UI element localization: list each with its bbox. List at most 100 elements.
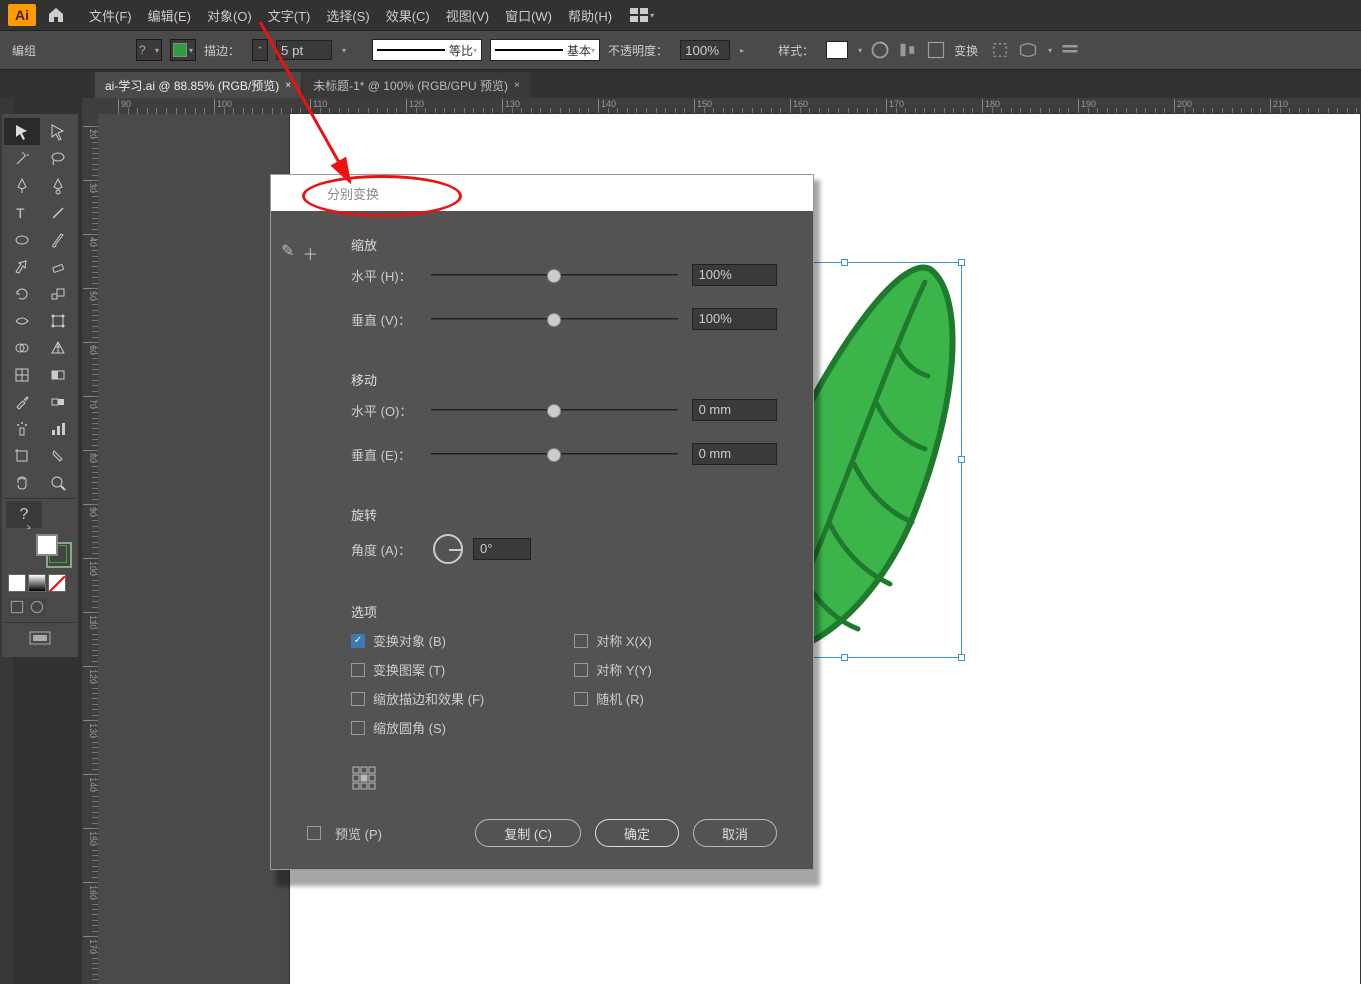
- screen-mode-button[interactable]: [4, 625, 76, 653]
- help-tool-icon[interactable]: ?: [6, 501, 42, 528]
- ruler-vertical[interactable]: 2030405060708090100110120130140150160170: [82, 114, 98, 984]
- lasso-tool[interactable]: [40, 145, 76, 172]
- reference-point-selector[interactable]: [351, 765, 377, 791]
- perspective-grid-tool[interactable]: [40, 334, 76, 361]
- free-transform-tool[interactable]: [40, 307, 76, 334]
- magic-wand-tool[interactable]: [4, 145, 40, 172]
- slider-thumb[interactable]: [547, 313, 561, 327]
- shape-builder-tool[interactable]: [4, 334, 40, 361]
- document-tab[interactable]: 未标题-1* @ 100% (RGB/GPU 预览) ×: [303, 72, 530, 98]
- menu-edit[interactable]: 编辑(E): [140, 6, 199, 25]
- home-icon[interactable]: [46, 5, 66, 25]
- ruler-horizontal[interactable]: 90100110120130140150160170180190200210: [98, 98, 1361, 114]
- shape-icon[interactable]: [926, 40, 946, 60]
- column-graph-tool[interactable]: [40, 415, 76, 442]
- more-icon[interactable]: [1060, 40, 1080, 60]
- color-mode-none[interactable]: [48, 574, 66, 592]
- menu-select[interactable]: 选择(S): [318, 6, 377, 25]
- menu-view[interactable]: 视图(V): [438, 6, 497, 25]
- hand-tool[interactable]: [4, 469, 40, 496]
- recolor-icon[interactable]: [870, 40, 890, 60]
- graphic-style-swatch[interactable]: [826, 41, 848, 59]
- isolate-icon[interactable]: [990, 40, 1010, 60]
- pencil-icon[interactable]: ✎: [281, 241, 294, 265]
- scale-tool[interactable]: [40, 280, 76, 307]
- selection-tool[interactable]: [4, 118, 40, 145]
- workspace-switcher[interactable]: [630, 8, 648, 22]
- stroke-weight-link[interactable]: ⌃: [252, 39, 268, 61]
- chevron-down-icon[interactable]: ▾: [650, 11, 654, 20]
- move-horizontal-input[interactable]: 0 mm: [692, 399, 777, 421]
- cancel-button[interactable]: 取消: [693, 819, 777, 847]
- align-icon[interactable]: [898, 40, 918, 60]
- move-vertical-input[interactable]: 0 mm: [692, 443, 777, 465]
- draw-behind[interactable]: [28, 598, 46, 616]
- slider-thumb[interactable]: [547, 269, 561, 283]
- menu-file[interactable]: 文件(F): [81, 6, 140, 25]
- opacity-input[interactable]: [680, 40, 730, 60]
- direct-selection-tool[interactable]: [40, 118, 76, 145]
- color-mode-solid[interactable]: [8, 574, 26, 592]
- slider-thumb[interactable]: [547, 448, 561, 462]
- envelope-icon[interactable]: [1018, 40, 1038, 60]
- eraser-tool[interactable]: [40, 253, 76, 280]
- checkbox-scale-strokes[interactable]: [351, 692, 365, 706]
- width-tool[interactable]: [4, 307, 40, 334]
- transform-label[interactable]: 变换: [954, 42, 978, 59]
- blend-tool[interactable]: [40, 388, 76, 415]
- pen-tool[interactable]: [4, 172, 40, 199]
- scale-horizontal-slider[interactable]: [431, 274, 678, 276]
- stroke-swatch[interactable]: ▾: [170, 39, 196, 61]
- chevron-down-icon[interactable]: ▾: [858, 46, 862, 55]
- ellipse-tool[interactable]: [4, 226, 40, 253]
- angle-dial[interactable]: [433, 534, 463, 564]
- variable-width-profile[interactable]: 等比▾: [372, 39, 482, 61]
- document-tab-active[interactable]: ai-学习.ai @ 88.85% (RGB/预览) ×: [95, 72, 301, 98]
- scale-horizontal-input[interactable]: 100%: [692, 264, 777, 286]
- fill-swatch[interactable]: ?▾: [136, 39, 162, 61]
- move-vertical-slider[interactable]: [431, 453, 678, 455]
- draw-normal[interactable]: [8, 598, 26, 616]
- scale-vertical-input[interactable]: 100%: [692, 308, 777, 330]
- scale-vertical-slider[interactable]: [431, 318, 678, 320]
- move-horizontal-slider[interactable]: [431, 409, 678, 411]
- stroke-weight-input[interactable]: [276, 40, 332, 60]
- chevron-down-icon[interactable]: ▸: [740, 46, 744, 55]
- ok-button[interactable]: 确定: [595, 819, 679, 847]
- color-mode-gradient[interactable]: [28, 574, 46, 592]
- rotate-tool[interactable]: [4, 280, 40, 307]
- slice-tool[interactable]: [40, 442, 76, 469]
- eyedropper-tool[interactable]: [4, 388, 40, 415]
- menu-window[interactable]: 窗口(W): [497, 6, 560, 25]
- curvature-tool[interactable]: [40, 172, 76, 199]
- menu-type[interactable]: 文字(T): [260, 6, 319, 25]
- fill-color-swatch[interactable]: [36, 534, 58, 556]
- type-tool[interactable]: T: [4, 199, 40, 226]
- checkbox-preview[interactable]: [307, 826, 321, 840]
- checkbox-transform-objects[interactable]: ✓: [351, 634, 365, 648]
- copy-button[interactable]: 复制 (C): [475, 819, 581, 847]
- gradient-tool[interactable]: [40, 361, 76, 388]
- paintbrush-tool[interactable]: [40, 226, 76, 253]
- chevron-down-icon[interactable]: ▾: [342, 46, 346, 55]
- checkbox-transform-patterns[interactable]: [351, 663, 365, 677]
- slider-thumb[interactable]: [547, 404, 561, 418]
- checkbox-scale-corners[interactable]: [351, 721, 365, 735]
- zoom-tool[interactable]: [40, 469, 76, 496]
- checkbox-random[interactable]: [574, 692, 588, 706]
- plus-icon[interactable]: ＋: [302, 241, 318, 265]
- checkbox-reflect-x[interactable]: [574, 634, 588, 648]
- close-icon[interactable]: ×: [285, 80, 291, 91]
- menu-effect[interactable]: 效果(C): [378, 6, 438, 25]
- menu-help[interactable]: 帮助(H): [560, 6, 620, 25]
- symbol-sprayer-tool[interactable]: [4, 415, 40, 442]
- artboard-tool[interactable]: [4, 442, 40, 469]
- close-icon[interactable]: ×: [514, 80, 520, 91]
- angle-input[interactable]: 0°: [473, 538, 531, 560]
- checkbox-reflect-y[interactable]: [574, 663, 588, 677]
- brush-definition[interactable]: 基本▾: [490, 39, 600, 61]
- shaper-tool[interactable]: [4, 253, 40, 280]
- line-segment-tool[interactable]: [40, 199, 76, 226]
- mesh-tool[interactable]: [4, 361, 40, 388]
- ruler-origin[interactable]: [82, 98, 98, 114]
